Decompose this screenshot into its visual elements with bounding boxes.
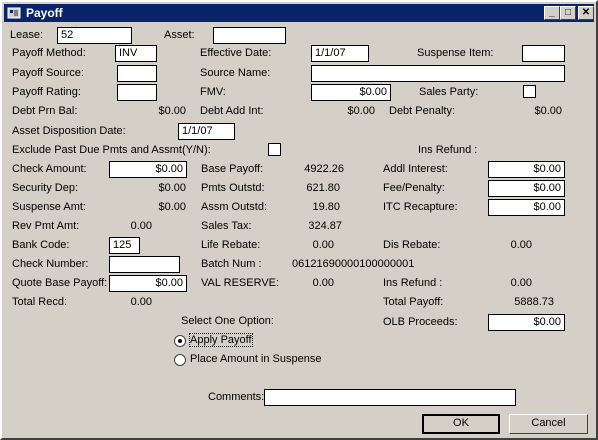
sales-tax-label: Sales Tax:: [201, 220, 252, 232]
bank-code-label: Bank Code:: [12, 239, 70, 251]
fmv-input[interactable]: $0.00: [311, 84, 391, 101]
life-rebate-value: 0.00: [312, 239, 334, 251]
itc-recapture-input[interactable]: $0.00: [488, 199, 565, 216]
payoff-rating-input[interactable]: [117, 84, 157, 101]
maximize-icon[interactable]: □: [560, 6, 576, 20]
total-recd-label: Total Recd:: [12, 296, 68, 308]
debt-prn-bal-value: $0.00: [158, 105, 186, 117]
dis-rebate-label: Dis Rebate:: [383, 239, 441, 251]
quote-base-payoff-label: Quote Base Payoff:: [12, 277, 108, 289]
ins-refund-label: Ins Refund :: [383, 277, 443, 289]
check-number-input[interactable]: [109, 256, 180, 273]
select-option-label: Select One Option:: [181, 315, 274, 327]
ins-refund-top-label: Ins Refund :: [418, 144, 478, 156]
addl-interest-label: Addl Interest:: [383, 163, 448, 175]
payoff-source-input[interactable]: [117, 65, 157, 82]
dis-rebate-value: 0.00: [510, 239, 532, 251]
effective-date-label: Effective Date:: [200, 47, 272, 59]
payoff-rating-label: Payoff Rating:: [12, 86, 81, 98]
pmts-outstd-label: Pmts Outstd:: [201, 182, 265, 194]
suspense-amt-value: $0.00: [158, 201, 186, 213]
place-in-suspense-radio[interactable]: [174, 354, 186, 366]
suspense-item-label: Suspense Item:: [417, 47, 494, 59]
cancel-button[interactable]: Cancel: [509, 414, 588, 434]
olb-proceeds-label: OLB Proceeds:: [383, 316, 458, 328]
place-in-suspense-label[interactable]: Place Amount in Suspense: [190, 353, 321, 365]
payoff-method-input[interactable]: INV: [115, 45, 157, 62]
quote-base-payoff-input[interactable]: $0.00: [109, 275, 187, 292]
source-name-input[interactable]: [311, 65, 565, 82]
security-dep-label: Security Dep:: [12, 182, 79, 194]
title-bar[interactable]: Payoff _ □ ✕: [4, 4, 594, 22]
security-dep-value: $0.00: [158, 182, 186, 194]
debt-penalty-value: $0.00: [534, 105, 562, 117]
minimize-icon[interactable]: _: [544, 6, 560, 20]
asset-disposition-input[interactable]: 1/1/07: [178, 123, 235, 140]
rev-pmt-amt-value: 0.00: [130, 220, 152, 232]
check-amount-label: Check Amount:: [12, 163, 87, 175]
batch-num-value: 06121690000100000001: [292, 258, 415, 270]
sales-party-label: Sales Party:: [419, 86, 479, 98]
val-reserve-label: VAL RESERVE:: [201, 277, 280, 289]
payoff-source-label: Payoff Source:: [12, 67, 84, 79]
life-rebate-label: Life Rebate:: [201, 239, 261, 251]
payoff-window: Payoff _ □ ✕ Lease: 52 Asset: Payoff Met…: [0, 0, 598, 440]
sales-tax-value: 324.87: [308, 220, 342, 232]
debt-prn-bal-label: Debt Prn Bal:: [12, 105, 78, 117]
addl-interest-input[interactable]: $0.00: [488, 161, 565, 178]
suspense-item-input[interactable]: [522, 45, 565, 62]
close-icon[interactable]: ✕: [578, 6, 594, 20]
assm-outstd-label: Assm Outstd:: [201, 201, 268, 213]
window-title: Payoff: [26, 6, 63, 20]
debt-penalty-label: Debt Penalty:: [389, 105, 456, 117]
exclude-past-due-checkbox[interactable]: [268, 143, 281, 156]
radio-selected-dot: [178, 339, 182, 343]
comments-label: Comments:: [208, 391, 265, 403]
fmv-label: FMV:: [200, 86, 226, 98]
asset-input[interactable]: [213, 27, 286, 44]
rev-pmt-amt-label: Rev Pmt Amt:: [12, 220, 80, 232]
check-number-label: Check Number:: [12, 258, 89, 270]
ins-refund-value: 0.00: [510, 277, 532, 289]
fee-penalty-label: Fee/Penalty:: [383, 182, 445, 194]
source-name-label: Source Name:: [200, 67, 271, 79]
base-payoff-value: 4922.26: [304, 163, 344, 175]
apply-payoff-label[interactable]: Apply Payoff: [189, 333, 253, 347]
effective-date-input[interactable]: 1/1/07: [311, 45, 369, 62]
total-recd-value: 0.00: [130, 296, 152, 308]
lease-label: Lease:: [10, 29, 44, 41]
apply-payoff-radio[interactable]: [174, 335, 186, 347]
val-reserve-value: 0.00: [312, 277, 334, 289]
payoff-method-label: Payoff Method:: [12, 47, 86, 59]
pmts-outstd-value: 621.80: [306, 182, 340, 194]
assm-outstd-value: 19.80: [312, 201, 340, 213]
olb-proceeds-input[interactable]: $0.00: [488, 314, 565, 331]
sales-party-checkbox[interactable]: [523, 85, 536, 98]
debt-add-int-label: Debt Add Int:: [200, 105, 264, 117]
lease-input[interactable]: 52: [57, 27, 132, 44]
suspense-amt-label: Suspense Amt:: [12, 201, 86, 213]
comments-input[interactable]: [264, 389, 516, 406]
app-icon: [7, 7, 21, 19]
check-amount-input[interactable]: $0.00: [109, 161, 187, 178]
base-payoff-label: Base Payoff:: [201, 163, 264, 175]
exclude-past-due-label: Exclude Past Due Pmts and Assmt(Y/N):: [12, 144, 211, 156]
total-payoff-value: 5888.73: [514, 296, 554, 308]
bank-code-input[interactable]: 125: [109, 237, 140, 254]
fee-penalty-input[interactable]: $0.00: [488, 180, 565, 197]
batch-num-label: Batch Num :: [201, 258, 262, 270]
asset-label: Asset:: [164, 29, 195, 41]
asset-disposition-label: Asset Disposition Date:: [12, 125, 126, 137]
debt-add-int-value: $0.00: [347, 105, 375, 117]
total-payoff-label: Total Payoff:: [383, 296, 444, 308]
itc-recapture-label: ITC Recapture:: [383, 201, 458, 213]
ok-button[interactable]: OK: [422, 414, 500, 434]
